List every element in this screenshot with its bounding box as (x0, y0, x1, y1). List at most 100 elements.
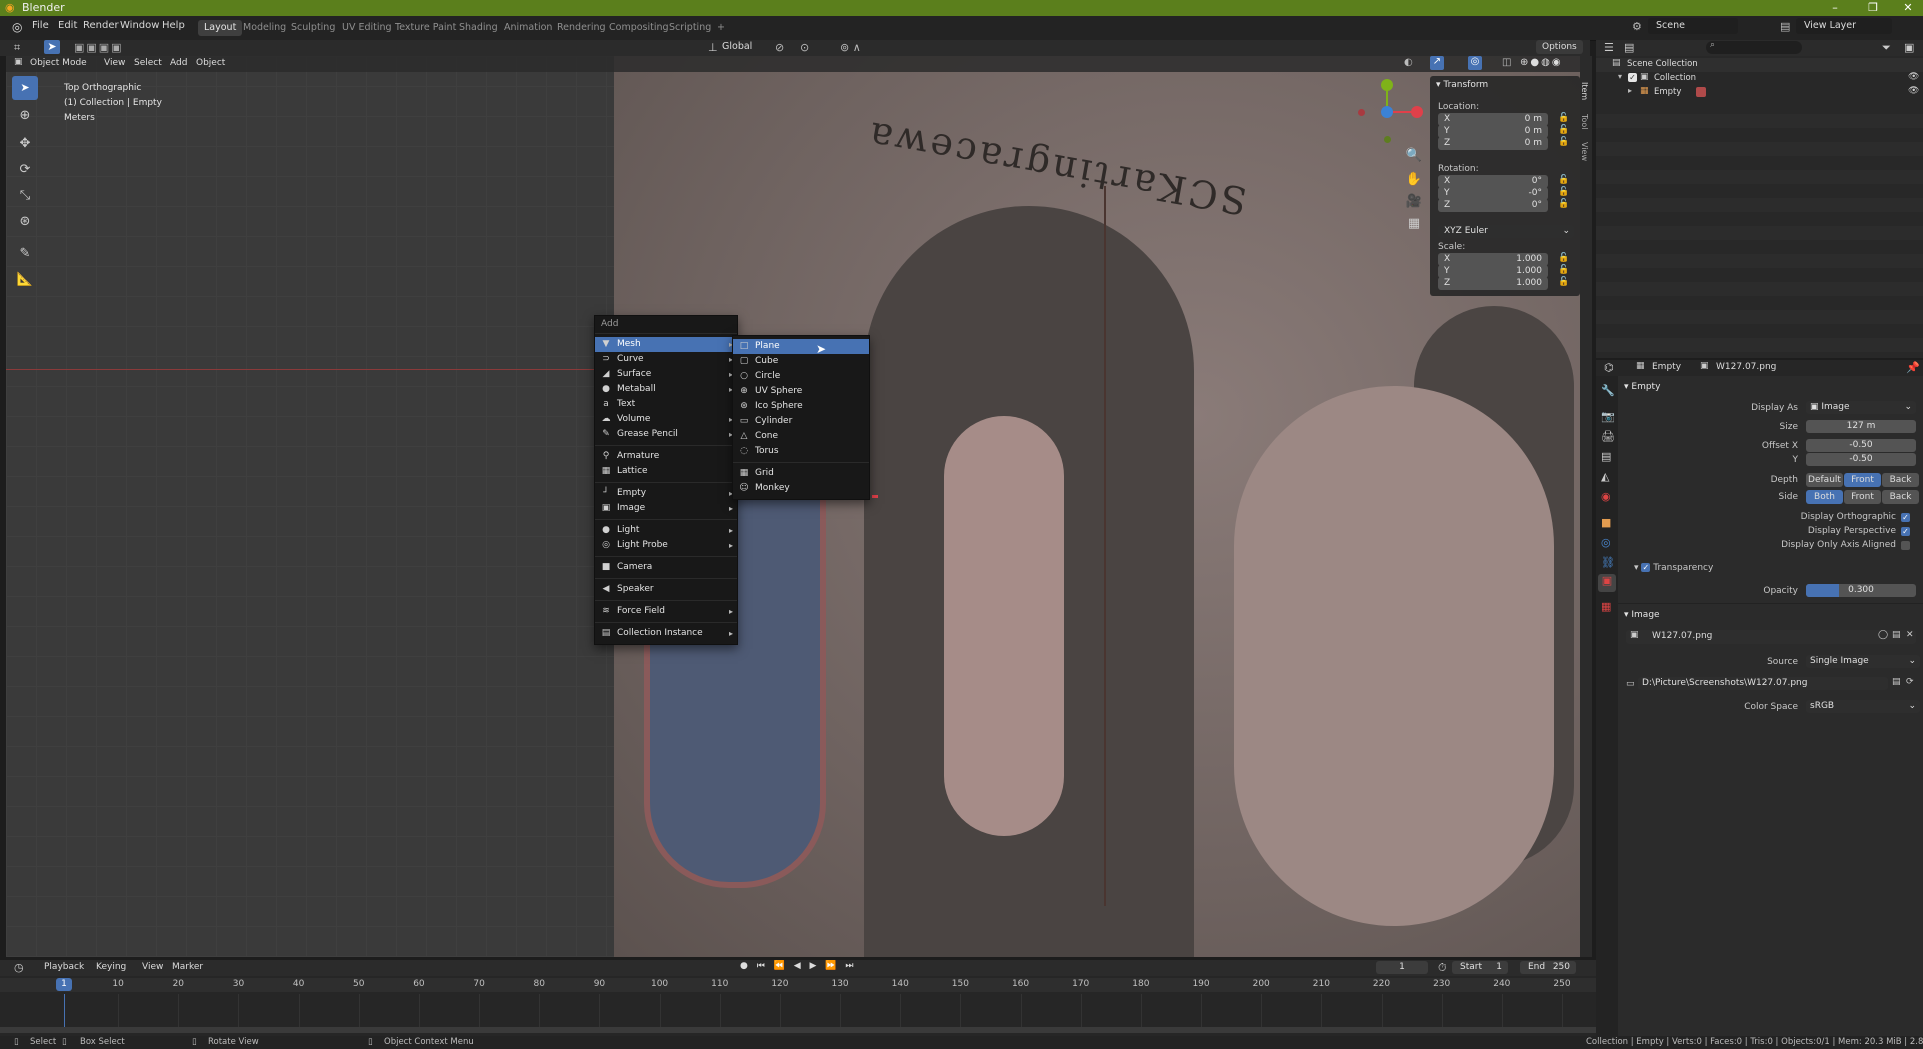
add-menu-item-force-field[interactable]: ≋ Force Field ▸ (595, 604, 737, 619)
start-frame-field[interactable]: Start 1 (1452, 961, 1508, 974)
mesh-item-cube[interactable]: ▢ Cube (733, 354, 869, 369)
texture-tab-icon[interactable]: ▦ (1601, 600, 1611, 613)
size-field[interactable]: 127 m (1806, 420, 1916, 433)
lock-icon[interactable]: 🔓 (1558, 175, 1569, 185)
tab-animation[interactable]: Animation (498, 20, 558, 36)
mode-dropdown[interactable]: Object Mode (30, 58, 87, 68)
camera-view-icon[interactable]: 🎥 (1404, 194, 1424, 209)
offset-x-field[interactable]: -0.50 (1806, 439, 1916, 452)
rotation-mode-dropdown[interactable]: XYZ Euler ⌄ (1438, 225, 1574, 238)
outliner-row[interactable]: ▤ Scene Collection (1596, 58, 1923, 72)
image-browse-icon[interactable]: ▣ (1630, 630, 1639, 640)
mesh-item-uv-sphere[interactable]: ⊕ UV Sphere (733, 384, 869, 399)
lock-icon[interactable]: 🔓 (1558, 253, 1569, 263)
add-menu-item-grease-pencil[interactable]: ✎ Grease Pencil ▸ (595, 427, 737, 442)
reload-icon[interactable]: ⟳ (1906, 677, 1914, 687)
display-as-dropdown[interactable]: ▣ Image ⌄ (1806, 401, 1916, 414)
color-space-dropdown[interactable]: sRGB ⌄ (1806, 700, 1920, 713)
timeline-menu-view[interactable]: View (142, 962, 163, 972)
navigation-gizmo[interactable] (1358, 79, 1423, 144)
display-mode-icon[interactable]: ▤ (1624, 41, 1634, 54)
outliner-row[interactable]: ▸ ▦ Empty 👁 (1596, 86, 1923, 100)
lock-icon[interactable]: 🔓 (1558, 265, 1569, 275)
rotate-tool-icon[interactable]: ⟳ (12, 158, 38, 182)
add-menu-item-curve[interactable]: ⊃ Curve ▸ (595, 352, 737, 367)
view-layer-selector[interactable]: View Layer (1796, 18, 1892, 34)
timeline-editor-icon[interactable]: ◷ (14, 961, 24, 974)
selection-mode-icons[interactable]: ▣▣▣▣ (74, 41, 124, 54)
mesh-item-cylinder[interactable]: ▭ Cylinder (733, 414, 869, 429)
scale-tool-icon[interactable]: ⤡ (12, 184, 38, 208)
ortho-grid-icon[interactable]: ▦ (1404, 216, 1424, 231)
open-image-icon[interactable]: ▤ (1892, 630, 1901, 640)
timeline-ruler[interactable]: 1 10 20 30 40 50 60 70 80 90 100 110 120 130 140 150 160… (0, 978, 1596, 1032)
lock-icon[interactable]: 🔓 (1558, 277, 1569, 287)
viewport-menu-object[interactable]: Object (196, 58, 225, 68)
pan-hand-icon[interactable]: ✋ (1404, 172, 1424, 187)
add-menu-item-surface[interactable]: ◢ Surface ▸ (595, 367, 737, 382)
menu-help[interactable]: Help (162, 20, 185, 31)
checkbox-display-only-axis-aligned[interactable] (1901, 541, 1910, 550)
tab-shading[interactable]: Shading (453, 20, 504, 36)
select-box-tool-icon[interactable]: ➤ (12, 76, 38, 100)
depth-default-button[interactable]: Default (1806, 473, 1843, 487)
side-front-button[interactable]: Front (1844, 490, 1881, 504)
world-tab-icon[interactable]: ◉ (1601, 490, 1611, 503)
maximize-button[interactable]: ❐ (1860, 0, 1886, 16)
move-tool-icon[interactable]: ✥ (12, 132, 38, 156)
source-dropdown[interactable]: Single Image ⌄ (1806, 655, 1920, 668)
add-workspace-button[interactable]: + (711, 20, 731, 36)
mesh-item-ico-sphere[interactable]: ⊛ Ico Sphere (733, 399, 869, 414)
tab-item[interactable]: Item (1580, 82, 1589, 100)
transform-panel-title[interactable]: ▾ Transform (1436, 80, 1488, 90)
add-menu-item-lattice[interactable]: ▦ Lattice (595, 464, 737, 479)
3d-viewport[interactable]: SCKartingracewa Top Orthographic (1) Col… (6, 56, 1580, 957)
add-menu-item-volume[interactable]: ☁ Volume ▸ (595, 412, 737, 427)
browse-folder-icon[interactable]: ▤ (1892, 677, 1901, 687)
gizmo-neg-x-icon[interactable] (1358, 109, 1365, 116)
visibility-eye-icon[interactable]: 👁 (1908, 72, 1919, 82)
stopwatch-icon[interactable]: ⏱ (1438, 961, 1447, 975)
image-panel-header[interactable]: ▾ Image (1624, 610, 1660, 620)
scene-tab-icon[interactable]: ◭ (1601, 470, 1609, 483)
add-menu-item-metaball[interactable]: ● Metaball ▸ (595, 382, 737, 397)
viewport-menu-add[interactable]: Add (170, 58, 187, 68)
gizmo-y-icon[interactable] (1381, 79, 1393, 91)
physics-tab-icon[interactable]: ◎ (1601, 536, 1611, 549)
gizmo-neg-y-icon[interactable] (1384, 136, 1391, 143)
proportional-edit-icon[interactable]: ⊚ ∧ (840, 41, 861, 54)
transform-tool-icon[interactable]: ⊛ (12, 210, 38, 234)
mesh-item-circle[interactable]: ○ Circle (733, 369, 869, 384)
timeline-menu-keying[interactable]: Keying (96, 962, 126, 972)
side-back-button[interactable]: Back (1882, 490, 1919, 504)
pivot-icon[interactable]: ⊘ (775, 41, 784, 54)
timeline-menu-marker[interactable]: Marker (172, 962, 203, 972)
annotate-tool-icon[interactable]: ✎ (12, 242, 38, 266)
output-tab-icon[interactable]: 🖨 (1601, 430, 1615, 443)
tab-scripting[interactable]: Scripting (663, 20, 717, 36)
mesh-item-monkey[interactable]: ☺ Monkey (733, 481, 869, 496)
zoom-icon[interactable]: 🔍 (1404, 148, 1424, 163)
filter-icon[interactable]: ⏷ (1882, 41, 1891, 55)
blender-menu-icon[interactable]: ◎ (12, 20, 22, 34)
add-menu-item-image[interactable]: ▣ Image ▸ (595, 501, 737, 516)
menu-render[interactable]: Render (83, 20, 119, 31)
menu-file[interactable]: File (32, 20, 49, 31)
visibility-icon[interactable]: ◐ (1404, 57, 1413, 68)
depth-front-button[interactable]: Front (1844, 473, 1881, 487)
tab-view[interactable]: View (1580, 142, 1589, 161)
lock-icon[interactable]: 🔓 (1558, 199, 1569, 209)
measure-tool-icon[interactable]: 📐 (12, 268, 38, 292)
menu-edit[interactable]: Edit (58, 20, 77, 31)
lock-icon[interactable]: 🔓 (1558, 187, 1569, 197)
lock-icon[interactable]: 🔓 (1558, 113, 1569, 123)
visibility-eye-icon[interactable]: 👁 (1908, 86, 1919, 96)
properties-editor-icon[interactable]: ⌬ (1604, 361, 1614, 374)
add-menu-item-speaker[interactable]: ◀ Speaker (595, 582, 737, 597)
gizmo-z-icon[interactable] (1381, 106, 1393, 118)
tool-tab-icon[interactable]: 🔧 (1601, 384, 1615, 397)
scene-selector[interactable]: Scene (1648, 18, 1738, 34)
checkbox-display-orthographic[interactable]: ✓ (1901, 513, 1910, 522)
add-menu-item-text[interactable]: a Text (595, 397, 737, 412)
xray-icon[interactable]: ◫ (1502, 57, 1511, 68)
